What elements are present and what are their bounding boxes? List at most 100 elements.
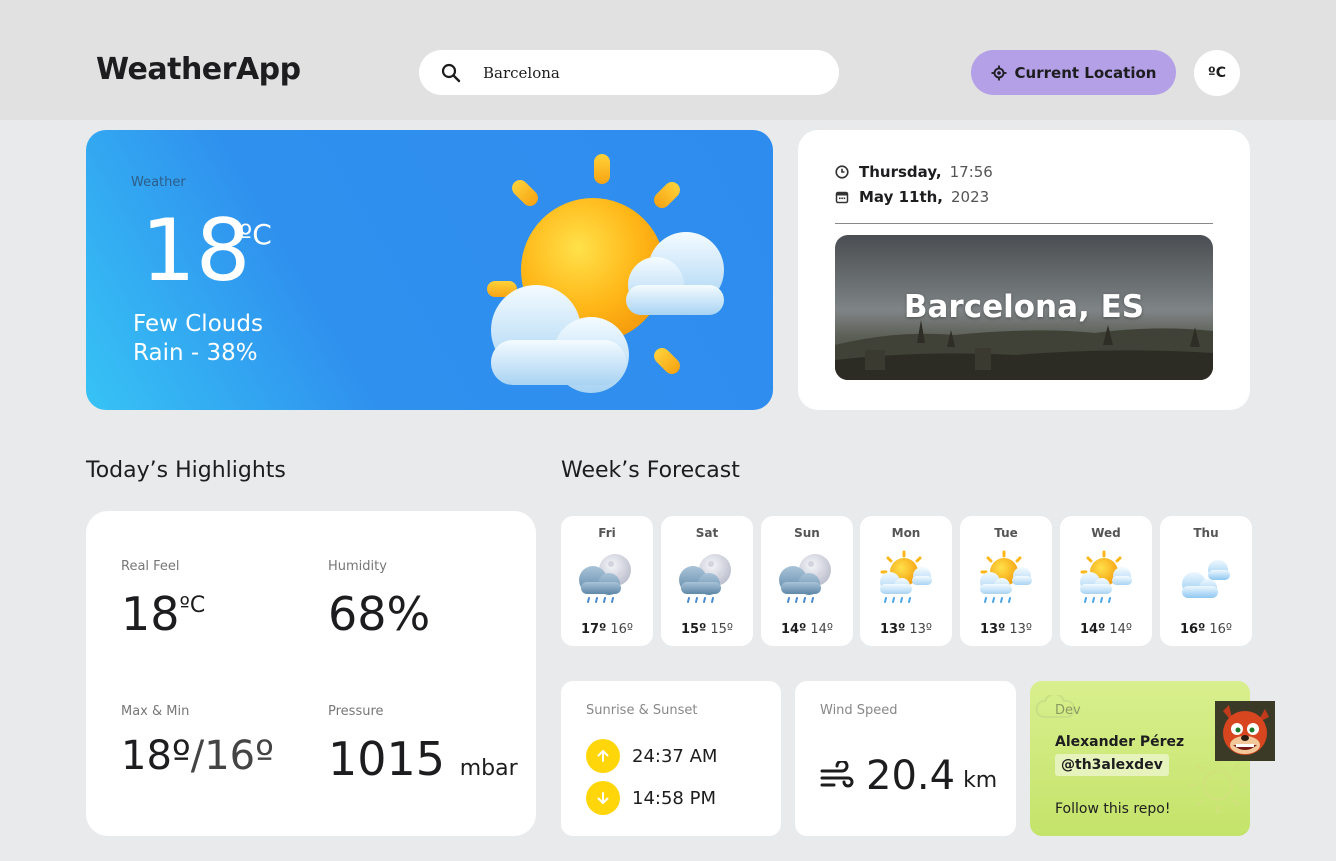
highlights-card: Real Feel 18ºC Humidity 68% Max & Min 18… — [86, 511, 536, 836]
forecast-low: 16º — [610, 622, 634, 637]
forecast-high: 14º — [780, 622, 807, 637]
arrow-down-icon — [586, 781, 620, 815]
sun-cloud-rain-icon — [1074, 550, 1138, 610]
cloud-moon-rain-icon — [675, 550, 739, 610]
real-feel-number: 18 — [121, 587, 180, 641]
forecast-day-card[interactable]: Sat 15º 15º — [661, 516, 753, 646]
city-name: Barcelona, ES — [903, 289, 1145, 325]
forecast-high: 14º — [1079, 622, 1106, 637]
forecast-temps: 16º 16º — [1160, 622, 1252, 637]
sun-cloud-rain-icon — [874, 550, 938, 610]
search-bar[interactable] — [419, 50, 839, 95]
wind-speed-unit: km — [963, 767, 998, 793]
sunset-row: 14:58 PM — [586, 781, 716, 815]
search-icon[interactable] — [441, 63, 461, 83]
weekday: Thursday, — [859, 163, 942, 181]
forecast-low: 15º — [710, 622, 734, 637]
forecast-day-name: Sun — [794, 526, 820, 540]
dev-label: Dev — [1055, 703, 1081, 718]
forecast-day-name: Fri — [598, 526, 616, 540]
current-year: 2023 — [951, 188, 990, 206]
forecast-day-name: Mon — [891, 526, 921, 540]
weather-description: Few Clouds Rain - 38% — [133, 310, 263, 368]
sunrise-row: 24:37 AM — [586, 739, 717, 773]
date-location-card: Thursday, 17:56 May 11th, 2023 Barcelona… — [798, 130, 1250, 410]
sunrise-sunset-card: Sunrise & Sunset 24:37 AM 14:58 PM — [561, 681, 781, 836]
pressure-value: 1015 mbar — [328, 736, 518, 782]
forecast-high: 15º — [680, 622, 707, 637]
search-input[interactable] — [483, 63, 783, 82]
forecast-day-name: Wed — [1091, 526, 1121, 540]
forecast-temps: 13º 13º — [960, 622, 1052, 637]
forecast-day-card[interactable]: Thu 16º 16º — [1160, 516, 1252, 646]
arrow-up-icon — [586, 739, 620, 773]
forecast-low: 13º — [909, 622, 933, 637]
wind-speed-row: 20.4 km — [820, 753, 997, 799]
wind-speed-value: 20.4 — [866, 753, 956, 799]
real-feel-value: 18ºC — [121, 591, 205, 637]
max-min-label: Max & Min — [121, 704, 190, 719]
wind-speed-card: Wind Speed 20.4 km — [795, 681, 1016, 836]
real-feel-unit: ºC — [179, 593, 206, 618]
current-temperature: 18 — [141, 201, 251, 301]
forecast-low: 13º — [1009, 622, 1033, 637]
max-min-value: 18º/16º — [121, 736, 274, 776]
forecast-day-name: Tue — [994, 526, 1018, 540]
forecast-day-card[interactable]: Sun 14º 14º — [761, 516, 853, 646]
calendar-icon — [835, 191, 849, 204]
time-row: Thursday, 17:56 — [835, 163, 993, 181]
weather-condition: Few Clouds — [133, 311, 263, 337]
dev-handle[interactable]: @th3alexdev — [1055, 754, 1169, 776]
current-date: May 11th, — [859, 188, 944, 206]
city-photo: Barcelona, ES — [835, 235, 1213, 380]
forecast-high: 16º — [1179, 622, 1206, 637]
forecast-high: 13º — [879, 622, 906, 637]
pressure-label: Pressure — [328, 704, 384, 719]
sunrise-time: 24:37 AM — [632, 745, 718, 767]
current-temperature-unit: ºC — [239, 218, 272, 251]
date-row: May 11th, 2023 — [835, 188, 989, 206]
wind-speed-label: Wind Speed — [820, 703, 898, 718]
forecast-temps: 15º 15º — [661, 622, 753, 637]
forecast-day-card[interactable]: Wed 14º 14º — [1060, 516, 1152, 646]
current-location-button[interactable]: Current Location — [971, 50, 1176, 95]
real-feel-label: Real Feel — [121, 559, 180, 574]
forecast-high: 17º — [580, 622, 607, 637]
sunset-time: 14:58 PM — [632, 787, 716, 809]
crosshair-icon — [991, 65, 1007, 80]
cloud-moon-rain-icon — [775, 550, 839, 610]
unit-toggle-button[interactable]: ºC — [1194, 50, 1240, 96]
clouds-icon — [1174, 550, 1238, 610]
current-location-label: Current Location — [1014, 63, 1157, 82]
humidity-label: Humidity — [328, 559, 387, 574]
forecast-day-card[interactable]: Fri 17º 16º — [561, 516, 653, 646]
sun-cloud-icon — [487, 154, 724, 393]
wind-icon — [820, 761, 854, 788]
max-temp: 18º — [121, 733, 191, 779]
max-min-separator: / — [190, 733, 205, 779]
avatar — [1215, 701, 1275, 761]
forecast-low: 16º — [1209, 622, 1233, 637]
forecast-title: Week’s Forecast — [561, 458, 740, 483]
forecast-day-card[interactable]: Tue 13º 13º — [960, 516, 1052, 646]
forecast-day-name: Thu — [1193, 526, 1219, 540]
forecast-day-name: Sat — [695, 526, 719, 540]
forecast-low: 14º — [810, 622, 834, 637]
weather-label: Weather — [131, 175, 186, 190]
forecast-low: 14º — [1109, 622, 1133, 637]
follow-repo-link[interactable]: Follow this repo! — [1055, 801, 1171, 817]
pressure-number: 1015 — [328, 732, 446, 786]
cloud-moon-rain-icon — [575, 550, 639, 610]
rain-chance: Rain - 38% — [133, 340, 258, 366]
forecast-temps: 14º 14º — [1060, 622, 1152, 637]
sun-cloud-rain-icon — [974, 550, 1038, 610]
dev-name: Alexander Pérez — [1055, 734, 1185, 750]
sunrise-sunset-label: Sunrise & Sunset — [586, 703, 698, 718]
current-time: 17:56 — [949, 163, 993, 181]
pressure-unit: mbar — [459, 756, 518, 781]
sun-outline-icon — [1188, 755, 1248, 815]
forecast-temps: 13º 13º — [860, 622, 952, 637]
app-logo[interactable]: WeatherApp — [96, 52, 301, 87]
clock-icon — [835, 165, 849, 179]
forecast-day-card[interactable]: Mon 13º 13º — [860, 516, 952, 646]
